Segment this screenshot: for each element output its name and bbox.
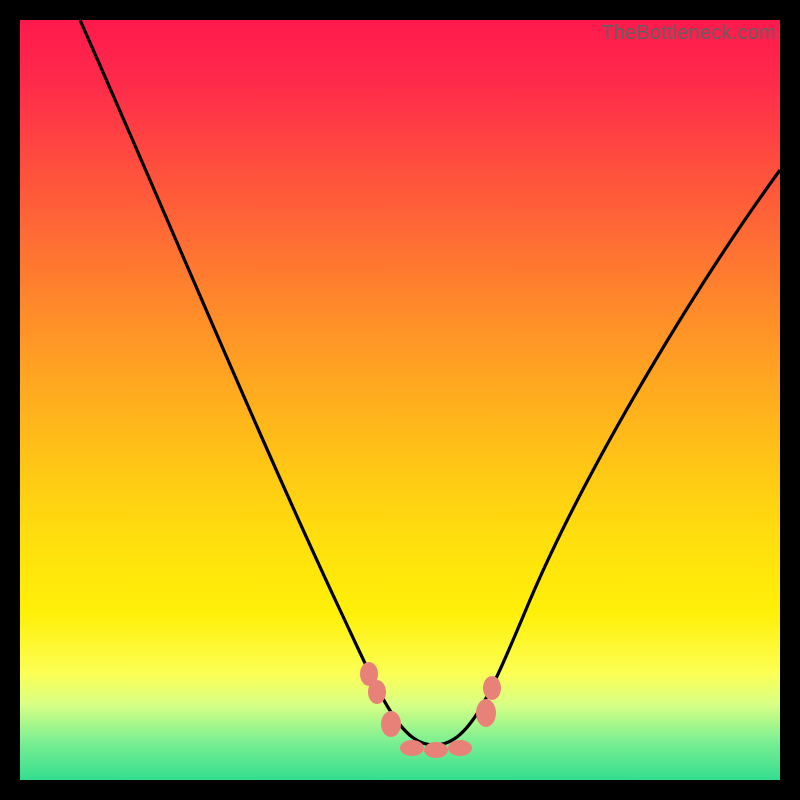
- curve-markers: [360, 662, 501, 758]
- marker-4: [400, 740, 424, 756]
- marker-7: [476, 699, 496, 727]
- marker-5: [424, 742, 448, 758]
- chart-frame: [20, 20, 780, 780]
- bottleneck-curve: [80, 20, 780, 745]
- watermark-text: TheBottleneck.com: [601, 22, 776, 45]
- curve-layer: [20, 20, 780, 780]
- marker-3: [381, 711, 401, 737]
- marker-8: [483, 676, 501, 700]
- marker-2: [368, 680, 386, 704]
- marker-6: [448, 740, 472, 756]
